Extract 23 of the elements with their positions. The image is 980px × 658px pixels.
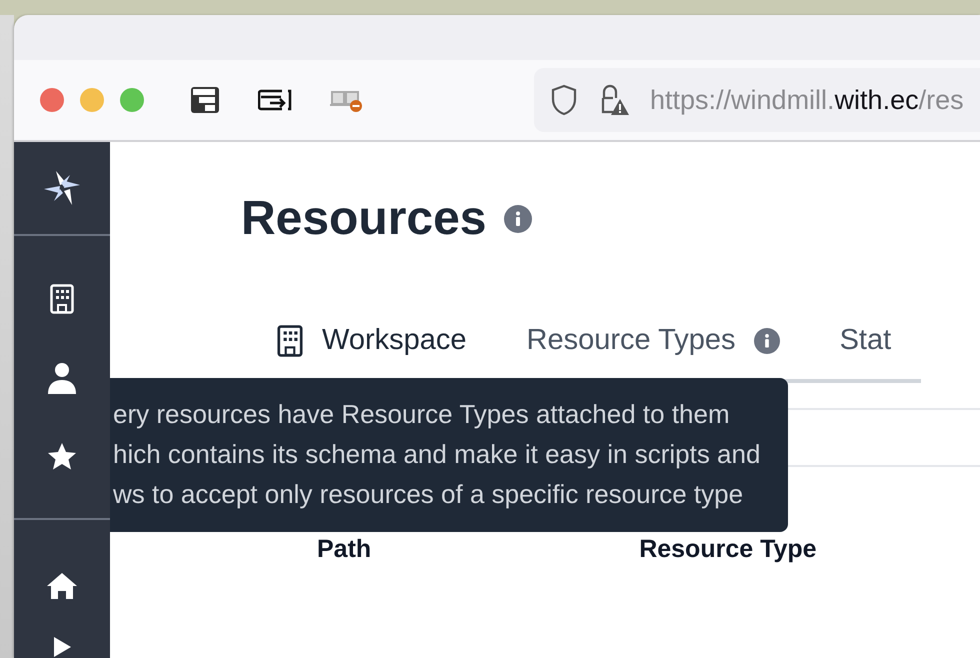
info-icon[interactable] xyxy=(754,328,780,354)
card-arrow-icon[interactable] xyxy=(258,88,292,112)
tab[interactable]: Stat xyxy=(810,310,922,383)
info-icon[interactable] xyxy=(504,205,532,233)
tooltip-text: hich contains its schema and make it easy in scripts and xyxy=(113,438,760,471)
book-blocked-icon[interactable] xyxy=(330,88,364,112)
tooltip-text: ws to accept only resources of a specific resource type xyxy=(113,478,744,511)
column-header: Resource Type xyxy=(639,535,817,564)
shield-icon[interactable] xyxy=(550,84,578,116)
column-header: Path xyxy=(317,535,372,564)
drawers-icon[interactable] xyxy=(190,86,220,114)
url-text: https://windmill.with.ec/res xyxy=(650,84,964,116)
close-button[interactable] xyxy=(40,88,64,112)
tooltip-text: ery resources have Resource Types attached to them xyxy=(113,398,731,431)
address-bar[interactable]: https://windmill.with.ec/res xyxy=(534,68,980,132)
home-icon[interactable] xyxy=(46,572,78,600)
page-title: Resources xyxy=(241,191,486,247)
building-icon[interactable] xyxy=(50,284,74,314)
star-icon[interactable] xyxy=(47,442,77,470)
windmill-logo-icon[interactable] xyxy=(42,169,82,207)
building-icon xyxy=(276,324,304,356)
play-icon[interactable] xyxy=(52,636,72,658)
user-icon[interactable] xyxy=(47,362,77,394)
